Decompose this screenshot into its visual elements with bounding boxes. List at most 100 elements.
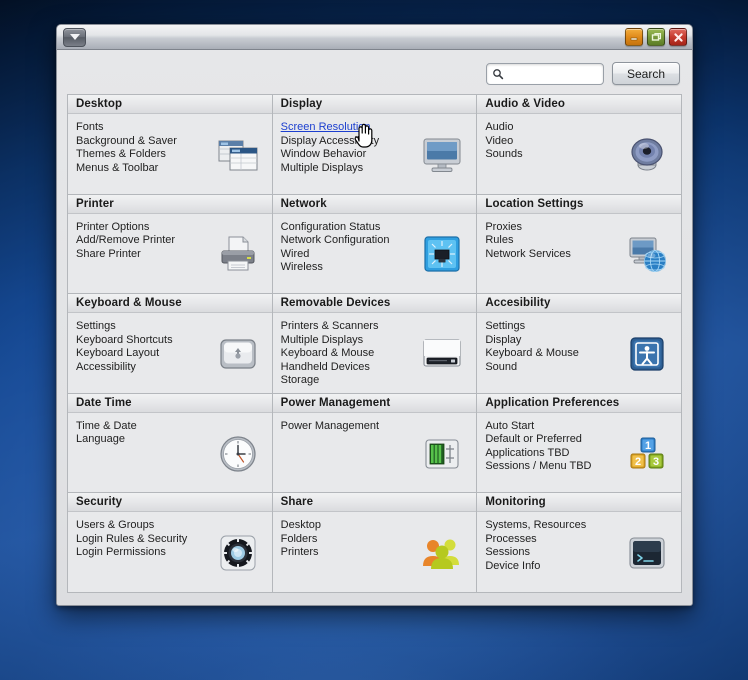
section-security: Security Users & Groups Login Rules & Se… <box>68 493 273 593</box>
chevron-down-icon <box>69 34 80 40</box>
maximize-button[interactable] <box>647 28 665 46</box>
minimize-icon <box>630 37 638 41</box>
section-body: Users & Groups Login Rules & Security Lo… <box>68 512 272 592</box>
search-icon <box>493 68 504 79</box>
link-handheld-devices[interactable]: Handheld Devices <box>281 361 370 375</box>
section-links: Printer Options Add/Remove Printer Share… <box>76 221 212 262</box>
section-links: Fonts Background & Saver Themes & Folder… <box>76 121 212 175</box>
link-wireless[interactable]: Wireless <box>281 261 323 275</box>
svg-text:2: 2 <box>635 456 641 468</box>
search-row: Search <box>67 58 682 94</box>
section-network: Network Configuration Status Network Con… <box>272 194 478 295</box>
section-body: Auto Start Default or Preferred Applicat… <box>477 413 681 493</box>
link-multiple-displays[interactable]: Multiple Displays <box>281 162 364 176</box>
link-proxies[interactable]: Proxies <box>485 221 522 235</box>
link-video[interactable]: Video <box>485 135 513 149</box>
link-users-groups[interactable]: Users & Groups <box>76 519 154 533</box>
link-fonts[interactable]: Fonts <box>76 121 104 135</box>
svg-text:3: 3 <box>653 456 659 468</box>
link-rules[interactable]: Rules <box>485 234 513 248</box>
link-background-saver[interactable]: Background & Saver <box>76 135 177 149</box>
section-title: Power Management <box>272 393 477 413</box>
section-links: Proxies Rules Network Services <box>485 221 621 262</box>
section-body: Settings Display Keyboard & Mouse Sound <box>477 313 681 393</box>
link-wired[interactable]: Wired <box>281 248 310 262</box>
section-keyboard-mouse: Keyboard & Mouse Settings Keyboard Short… <box>68 294 273 394</box>
close-icon <box>673 32 683 42</box>
link-printer-options[interactable]: Printer Options <box>76 221 149 235</box>
link-sound[interactable]: Sound <box>485 361 517 375</box>
link-sounds[interactable]: Sounds <box>485 148 522 162</box>
link-keyboard-mouse[interactable]: Keyboard & Mouse <box>485 347 579 361</box>
link-sessions[interactable]: Sessions <box>485 546 530 560</box>
link-device-info[interactable]: Device Info <box>485 560 540 574</box>
section-audio-video: Audio & Video Audio Video Sounds <box>477 95 682 195</box>
minimize-button[interactable] <box>625 28 643 46</box>
search-button[interactable]: Search <box>611 62 680 85</box>
ethernet-port-icon <box>416 230 468 278</box>
section-title: Date Time <box>68 393 272 413</box>
section-monitoring: Monitoring Systems, Resources Processes … <box>477 493 682 593</box>
link-themes-folders[interactable]: Themes & Folders <box>76 148 166 162</box>
search-input[interactable] <box>507 67 598 80</box>
link-network-configuration[interactable]: Network Configuration <box>281 234 390 248</box>
link-default-or-preferred[interactable]: Default or Preferred <box>485 433 582 447</box>
settings-grid: Desktop Fonts Background & Saver Themes … <box>67 94 682 593</box>
link-add-remove-printer[interactable]: Add/Remove Printer <box>76 234 175 248</box>
link-accessibility[interactable]: Accessibility <box>76 361 136 375</box>
accessibility-person-icon <box>621 330 673 378</box>
link-screen-resolution[interactable]: Screen Resolution <box>281 121 371 135</box>
link-keyboard-layout[interactable]: Keyboard Layout <box>76 347 159 361</box>
section-power-management: Power Management Power Management <box>272 393 478 494</box>
link-window-behavior[interactable]: Window Behavior <box>281 148 367 162</box>
clock-icon <box>212 430 264 478</box>
window-menu-button[interactable] <box>63 27 86 47</box>
link-multiple-displays[interactable]: Multiple Displays <box>281 334 364 348</box>
section-body: Time & Date Language <box>68 413 272 493</box>
link-printers-scanners[interactable]: Printers & Scanners <box>281 320 379 334</box>
section-body: Screen Resolution Display Accessibility … <box>273 114 477 194</box>
section-body: Settings Keyboard Shortcuts Keyboard Lay… <box>68 313 272 393</box>
link-auto-start[interactable]: Auto Start <box>485 420 534 434</box>
link-keyboard-mouse[interactable]: Keyboard & Mouse <box>281 347 375 361</box>
link-network-services[interactable]: Network Services <box>485 248 571 262</box>
link-sessions-menu-tbd[interactable]: Sessions / Menu TBD <box>485 460 591 474</box>
link-configuration-status[interactable]: Configuration Status <box>281 221 381 235</box>
link-time-date[interactable]: Time & Date <box>76 420 137 434</box>
link-folders[interactable]: Folders <box>281 533 318 547</box>
window-titlebar[interactable] <box>57 25 692 50</box>
link-settings[interactable]: Settings <box>76 320 116 334</box>
link-power-management[interactable]: Power Management <box>281 420 379 434</box>
link-audio[interactable]: Audio <box>485 121 513 135</box>
link-desktop[interactable]: Desktop <box>281 519 321 533</box>
search-field[interactable] <box>485 62 604 85</box>
link-processes[interactable]: Processes <box>485 533 536 547</box>
link-display[interactable]: Display <box>485 334 521 348</box>
section-title: Location Settings <box>477 194 681 214</box>
section-links: Screen Resolution Display Accessibility … <box>281 121 417 175</box>
section-application-preferences: Application Preferences Auto Start Defau… <box>477 393 682 494</box>
link-display-accessibility[interactable]: Display Accessibility <box>281 135 379 149</box>
link-settings[interactable]: Settings <box>485 320 525 334</box>
link-applications-tbd[interactable]: Applications TBD <box>485 447 569 461</box>
section-title: Desktop <box>68 95 272 114</box>
link-language[interactable]: Language <box>76 433 125 447</box>
section-body: Systems, Resources Processes Sessions De… <box>477 512 681 592</box>
monitor-globe-icon <box>621 230 673 278</box>
section-links: Audio Video Sounds <box>485 121 621 162</box>
link-menus-toolbar[interactable]: Menus & Toolbar <box>76 162 158 176</box>
section-title: Printer <box>68 194 272 214</box>
close-button[interactable] <box>669 28 687 46</box>
monitor-icon <box>416 131 468 179</box>
link-printers[interactable]: Printers <box>281 546 319 560</box>
link-keyboard-shortcuts[interactable]: Keyboard Shortcuts <box>76 334 173 348</box>
section-links: Printers & Scanners Multiple Displays Ke… <box>281 320 417 388</box>
link-systems-resources[interactable]: Systems, Resources <box>485 519 586 533</box>
section-title: Monitoring <box>477 493 681 513</box>
link-share-printer[interactable]: Share Printer <box>76 248 141 262</box>
section-links: Settings Keyboard Shortcuts Keyboard Lay… <box>76 320 212 374</box>
link-storage[interactable]: Storage <box>281 374 320 388</box>
section-body: Audio Video Sounds <box>477 114 681 194</box>
link-login-permissions[interactable]: Login Permissions <box>76 546 166 560</box>
link-login-rules-security[interactable]: Login Rules & Security <box>76 533 187 547</box>
